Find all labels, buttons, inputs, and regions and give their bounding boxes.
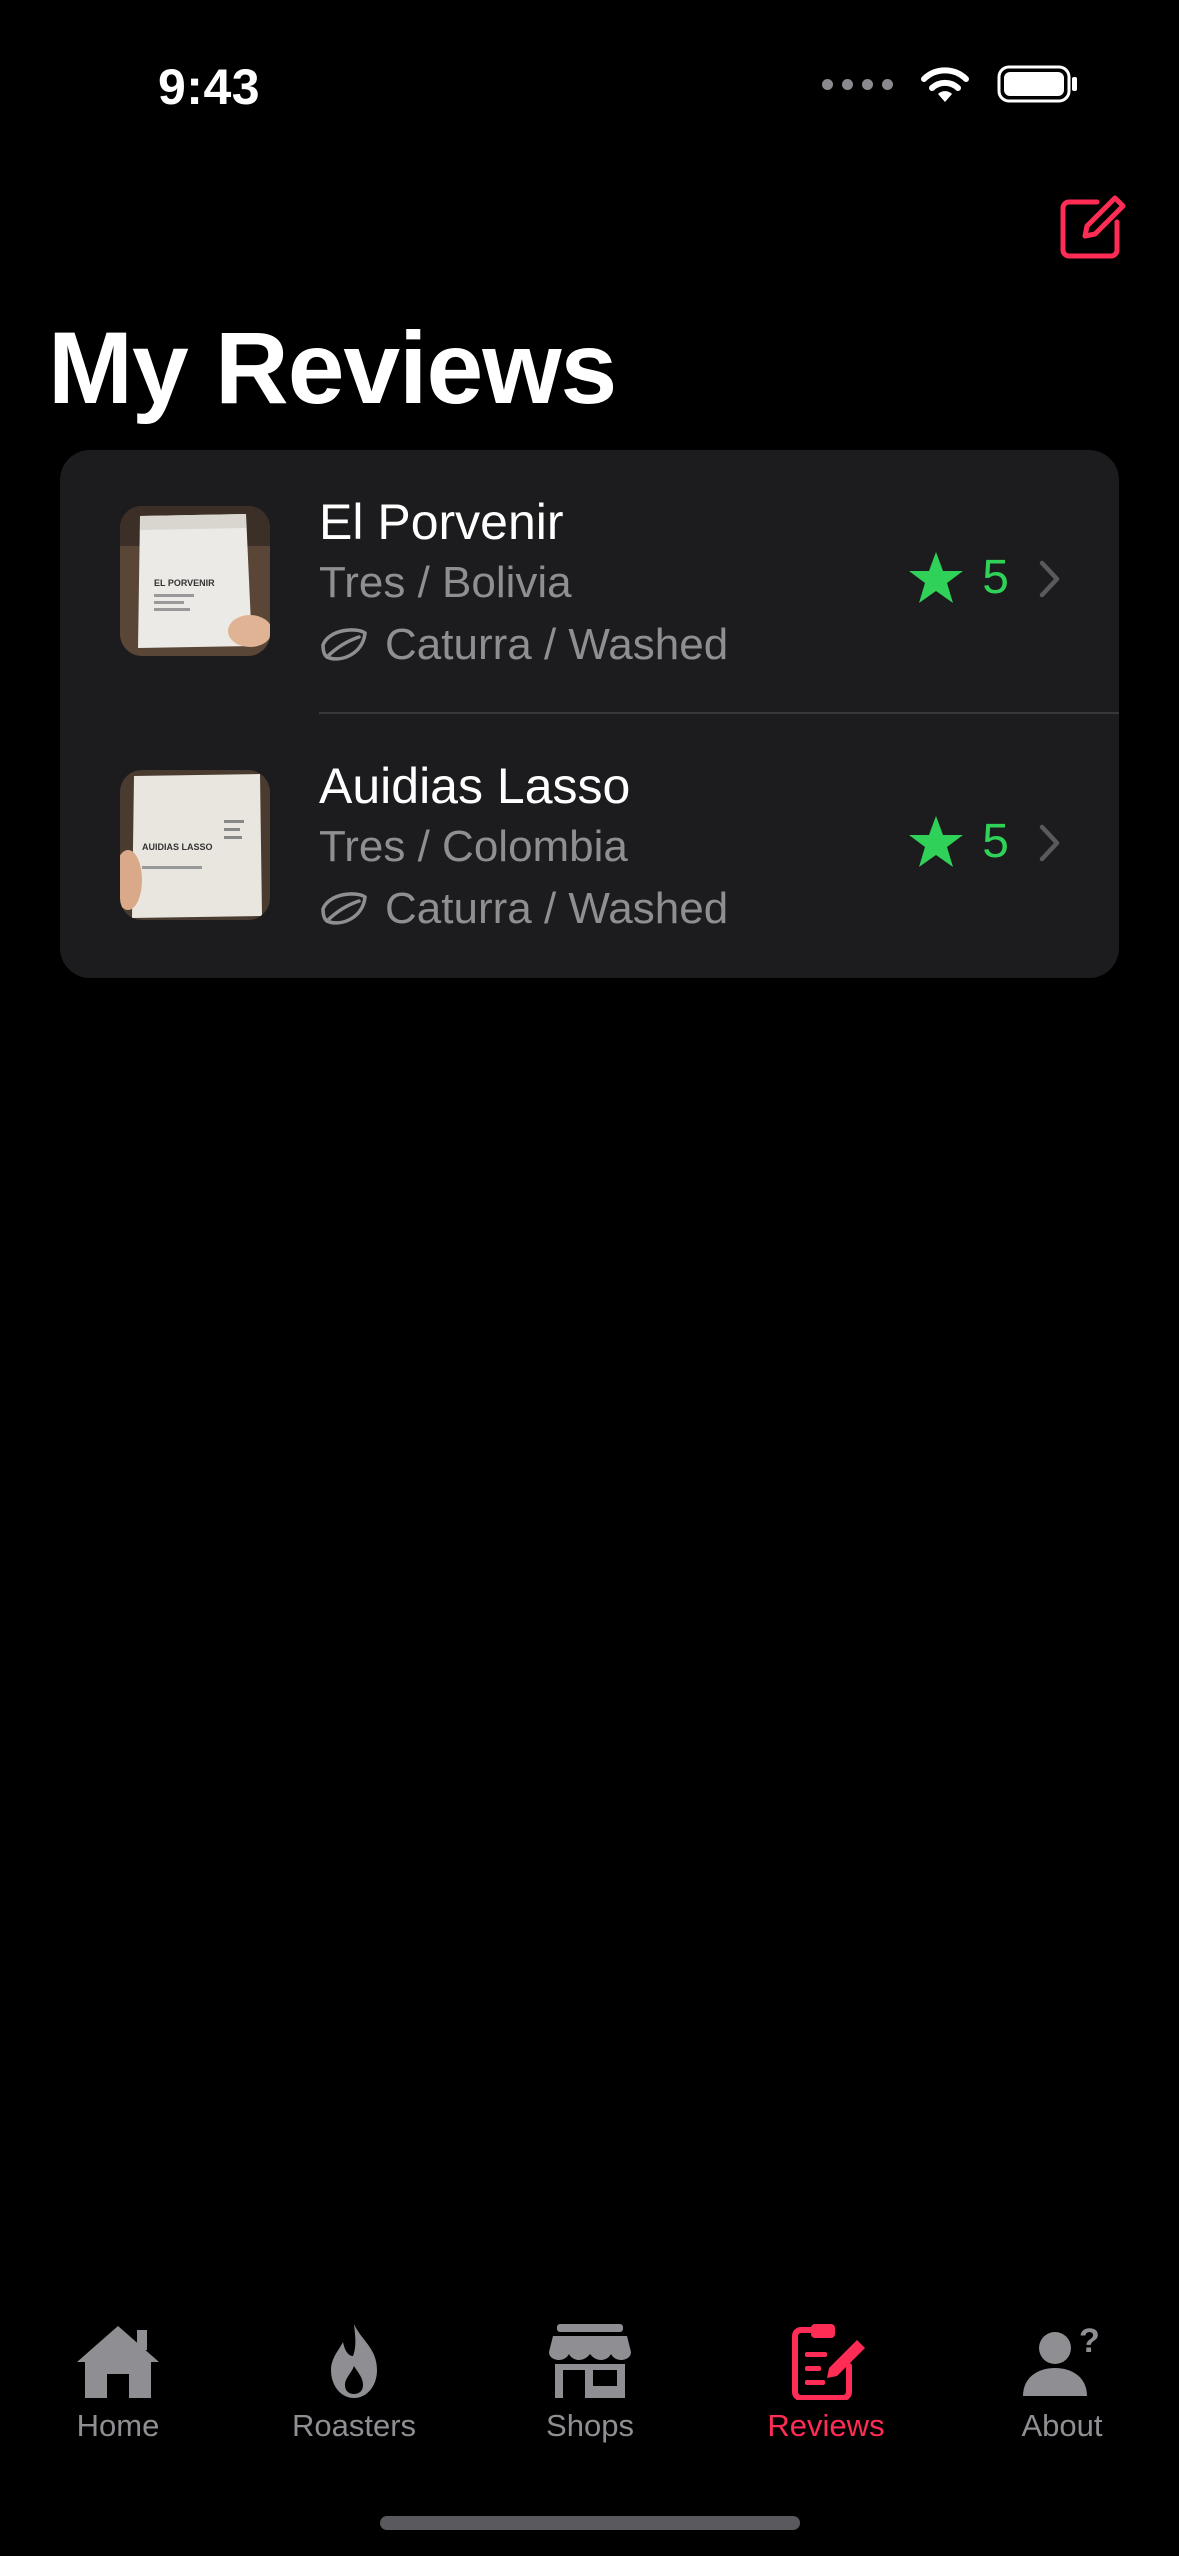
home-indicator[interactable] bbox=[380, 2516, 800, 2530]
variety-process-label: Caturra / Washed bbox=[385, 620, 729, 669]
rating-value: 5 bbox=[982, 815, 1009, 868]
review-row[interactable]: EL PORVENIR El Porvenir Tres / Bolivia C… bbox=[60, 450, 1119, 714]
rating-value: 5 bbox=[982, 551, 1009, 604]
house-icon bbox=[77, 2326, 159, 2398]
coffee-bag-thumbnail: EL PORVENIR bbox=[120, 506, 270, 656]
leaf-icon bbox=[321, 628, 367, 661]
svg-text:EL PORVENIR: EL PORVENIR bbox=[154, 578, 215, 588]
coffee-bag-thumbnail: AUIDIAS LASSO bbox=[120, 770, 270, 920]
tab-about-label: About bbox=[1021, 2408, 1103, 2443]
variety-process-label: Caturra / Washed bbox=[385, 884, 729, 933]
review-text: Auidias Lasso Tres / Colombia Caturra / … bbox=[319, 756, 728, 940]
cellular-signal-icon bbox=[822, 78, 893, 90]
rating: 5 bbox=[908, 814, 1009, 869]
review-name: Auidias Lasso bbox=[319, 758, 631, 814]
compose-review-button[interactable] bbox=[1057, 192, 1127, 262]
leaf-icon bbox=[321, 892, 367, 925]
review-variety-process: Caturra / Washed bbox=[319, 614, 728, 676]
review-roaster-origin: Tres / Bolivia bbox=[319, 558, 572, 607]
review-row[interactable]: AUIDIAS LASSO Auidias Lasso Tres / Colom… bbox=[60, 714, 1119, 978]
tab-shops[interactable]: Shops bbox=[472, 2322, 708, 2444]
person-question-icon: ? bbox=[1023, 2322, 1100, 2396]
review-name: El Porvenir bbox=[319, 494, 564, 550]
wifi-icon bbox=[921, 67, 969, 102]
tab-home-label: Home bbox=[76, 2408, 160, 2443]
tab-reviews[interactable]: Reviews bbox=[708, 2322, 944, 2444]
review-text: El Porvenir Tres / Bolivia Caturra / Was… bbox=[319, 492, 728, 676]
star-icon bbox=[909, 551, 964, 603]
review-roaster-origin: Tres / Colombia bbox=[319, 822, 628, 871]
clipboard-pencil-icon bbox=[792, 2324, 865, 2400]
review-variety-process: Caturra / Washed bbox=[319, 878, 728, 940]
status-icons bbox=[822, 64, 1079, 104]
status-time: 9:43 bbox=[158, 59, 261, 115]
rating: 5 bbox=[908, 550, 1009, 605]
tab-roasters-label: Roasters bbox=[291, 2408, 417, 2443]
flame-icon bbox=[331, 2324, 377, 2398]
chevron-right-icon bbox=[1039, 560, 1060, 598]
tab-home[interactable]: Home bbox=[0, 2322, 236, 2444]
svg-text:?: ? bbox=[1079, 2322, 1100, 2360]
svg-text:AUIDIAS LASSO: AUIDIAS LASSO bbox=[142, 842, 213, 852]
storefront-icon bbox=[549, 2324, 631, 2398]
chevron-right-icon bbox=[1039, 824, 1060, 862]
square-and-pencil-icon bbox=[1060, 195, 1126, 259]
page-title: My Reviews bbox=[48, 311, 617, 425]
tab-reviews-label: Reviews bbox=[767, 2408, 885, 2443]
review-list: EL PORVENIR El Porvenir Tres / Bolivia C… bbox=[60, 450, 1119, 978]
battery-icon bbox=[997, 65, 1077, 103]
tab-roasters[interactable]: Roasters bbox=[236, 2322, 472, 2444]
tab-about[interactable]: ? About bbox=[944, 2322, 1179, 2444]
screen: 9:43 My Reviews EL PORVENIR El Porvenir … bbox=[0, 0, 1179, 2556]
tab-shops-label: Shops bbox=[546, 2408, 634, 2443]
star-icon bbox=[909, 815, 964, 867]
status-bar: 9:43 bbox=[0, 0, 1179, 160]
